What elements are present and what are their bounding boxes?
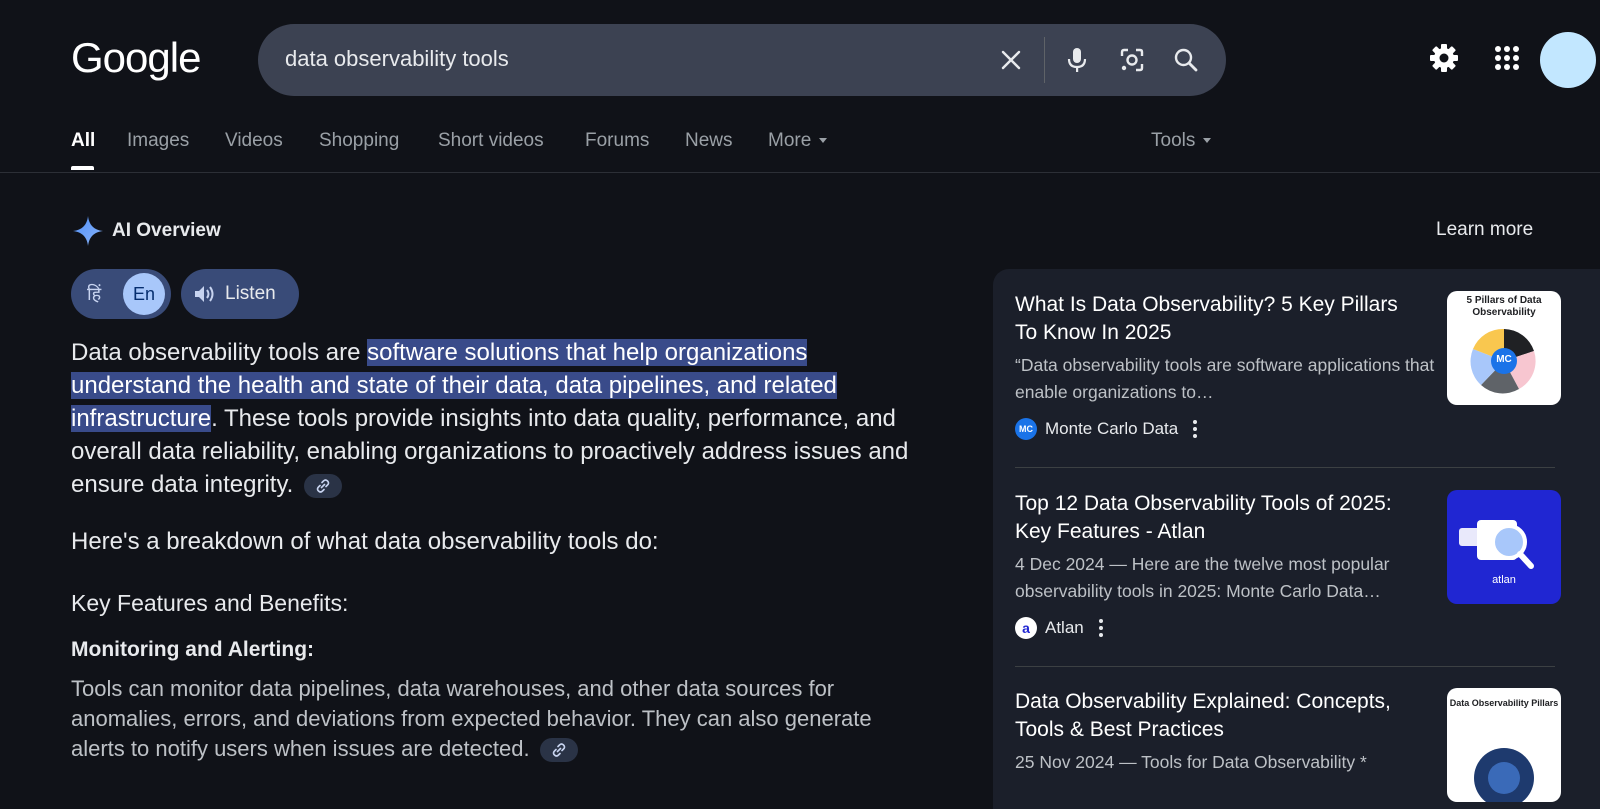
tab-active-indicator	[71, 166, 94, 170]
thumbnail-logo: MC	[1496, 354, 1512, 365]
tab-images[interactable]: Images	[127, 130, 189, 152]
link-icon	[316, 478, 330, 493]
monitoring-body: Tools can monitor data pipelines, data w…	[71, 674, 931, 764]
source-title[interactable]: Top 12 Data Observability Tools of 2025:…	[1015, 490, 1425, 546]
ai-overview-header: AI Overview	[72, 214, 221, 248]
tab-forums[interactable]: Forums	[585, 130, 649, 152]
pillars-diagram	[1474, 748, 1534, 802]
atlan-favicon: a	[1015, 617, 1037, 639]
ai-overview-title: AI Overview	[112, 220, 221, 241]
source-attribution: a Atlan	[1015, 617, 1106, 639]
source-thumbnail[interactable]: Data Observability Pillars	[1447, 688, 1561, 802]
monte-carlo-favicon: MC	[1015, 418, 1037, 440]
source-thumbnail[interactable]: atlan	[1447, 490, 1561, 604]
more-options-icon[interactable]	[1096, 617, 1106, 639]
tab-more[interactable]: More	[768, 130, 828, 152]
gemini-sparkle-icon	[73, 216, 103, 246]
apps-grid-icon[interactable]	[1489, 40, 1525, 76]
tab-short-videos[interactable]: Short videos	[438, 130, 544, 152]
monitoring-heading: Monitoring and Alerting:	[71, 638, 315, 661]
search-icon[interactable]	[1168, 42, 1204, 78]
avatar[interactable]	[1540, 32, 1596, 88]
divider	[1015, 666, 1555, 667]
chevron-down-icon	[1203, 138, 1212, 144]
link-icon	[552, 743, 565, 757]
tab-news[interactable]: News	[685, 130, 733, 152]
citation-link-button[interactable]	[539, 738, 578, 763]
gear-icon[interactable]	[1426, 40, 1462, 76]
tools-button[interactable]: Tools	[1151, 130, 1212, 152]
search-divider	[1044, 37, 1045, 83]
search-tabs: All Images Videos Shopping Short videos …	[0, 118, 1600, 173]
citation-link-button[interactable]	[304, 473, 343, 498]
tab-shopping[interactable]: Shopping	[319, 130, 399, 152]
more-options-icon[interactable]	[1190, 418, 1200, 440]
listen-button[interactable]: Listen	[181, 269, 299, 319]
magnifier-illustration	[1459, 520, 1534, 569]
source-attribution: MC Monte Carlo Data	[1015, 418, 1200, 440]
google-logo[interactable]: Google	[71, 34, 201, 82]
source-snippet: 25 Nov 2024 — Tools for Data Observabili…	[1015, 752, 1367, 772]
lang-option-hindi[interactable]: हिं	[87, 282, 101, 306]
source-title[interactable]: Data Observability Explained: Concepts, …	[1015, 688, 1425, 744]
source-snippet: “Data observability tools are software a…	[1015, 355, 1435, 402]
tab-all[interactable]: All	[71, 130, 95, 152]
language-toggle[interactable]: हिं En	[71, 269, 171, 319]
tab-more-label: More	[768, 130, 812, 151]
source-thumbnail[interactable]: 5 Pillars of Data Observability MC	[1447, 291, 1561, 405]
search-input[interactable]: data observability tools	[285, 46, 509, 72]
tools-label: Tools	[1151, 130, 1196, 151]
tab-videos[interactable]: Videos	[225, 130, 283, 152]
thumbnail-logo: atlan	[1492, 574, 1516, 586]
monitoring-text: Tools can monitor data pipelines, data w…	[71, 676, 872, 761]
close-icon[interactable]	[993, 42, 1029, 78]
listen-label: Listen	[225, 283, 276, 304]
pillars-diagram	[1470, 328, 1536, 394]
search-box[interactable]: data observability tools	[258, 24, 1226, 96]
source-title[interactable]: What Is Data Observability? 5 Key Pillar…	[1015, 291, 1425, 347]
source-name: Atlan	[1045, 618, 1084, 637]
divider	[1015, 467, 1555, 468]
chevron-down-icon	[819, 138, 828, 144]
lens-icon[interactable]	[1114, 42, 1150, 78]
learn-more-link[interactable]: Learn more	[1436, 219, 1533, 241]
speaker-icon	[195, 286, 214, 302]
summary-intro: Data observability tools are	[71, 339, 368, 366]
sources-panel: What Is Data Observability? 5 Key Pillar…	[993, 269, 1600, 809]
source-snippet: 4 Dec 2024 — Here are the twelve most po…	[1015, 554, 1390, 601]
key-features-heading: Key Features and Benefits:	[71, 590, 349, 616]
mic-icon[interactable]	[1059, 42, 1095, 78]
lang-option-english[interactable]: En	[123, 273, 165, 315]
ai-overview-summary: Data observability tools are software so…	[71, 336, 931, 501]
source-name: Monte Carlo Data	[1045, 419, 1179, 438]
breakdown-heading: Here's a breakdown of what data observab…	[71, 528, 659, 555]
